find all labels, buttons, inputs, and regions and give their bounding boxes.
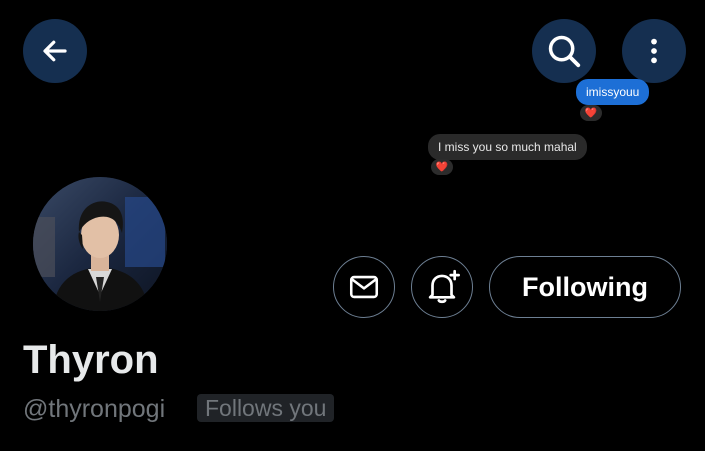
follows-you-badge: Follows you — [197, 394, 335, 422]
message-button[interactable] — [333, 256, 395, 318]
arrow-left-icon — [43, 40, 67, 62]
heart-reaction: ❤️ — [431, 159, 453, 175]
bell-plus-icon — [428, 269, 460, 304]
search-button[interactable] — [532, 19, 596, 83]
display-name: Thyron — [23, 338, 159, 382]
more-vertical-icon — [651, 38, 657, 64]
mail-icon — [349, 275, 379, 299]
heart-reaction: ❤️ — [580, 105, 602, 121]
user-handle: @thyronpogi — [23, 395, 166, 423]
following-button[interactable]: Following — [489, 256, 681, 318]
avatar[interactable] — [30, 174, 170, 314]
search-icon — [548, 35, 581, 68]
back-button[interactable] — [23, 19, 87, 83]
profile-photo — [33, 177, 167, 311]
notifications-button[interactable] — [411, 256, 473, 318]
message-bubble-imissyouu: imissyouu — [576, 79, 650, 105]
more-options-button[interactable] — [622, 19, 686, 83]
message-bubble-miss-you: I miss you so much mahal — [428, 134, 587, 160]
